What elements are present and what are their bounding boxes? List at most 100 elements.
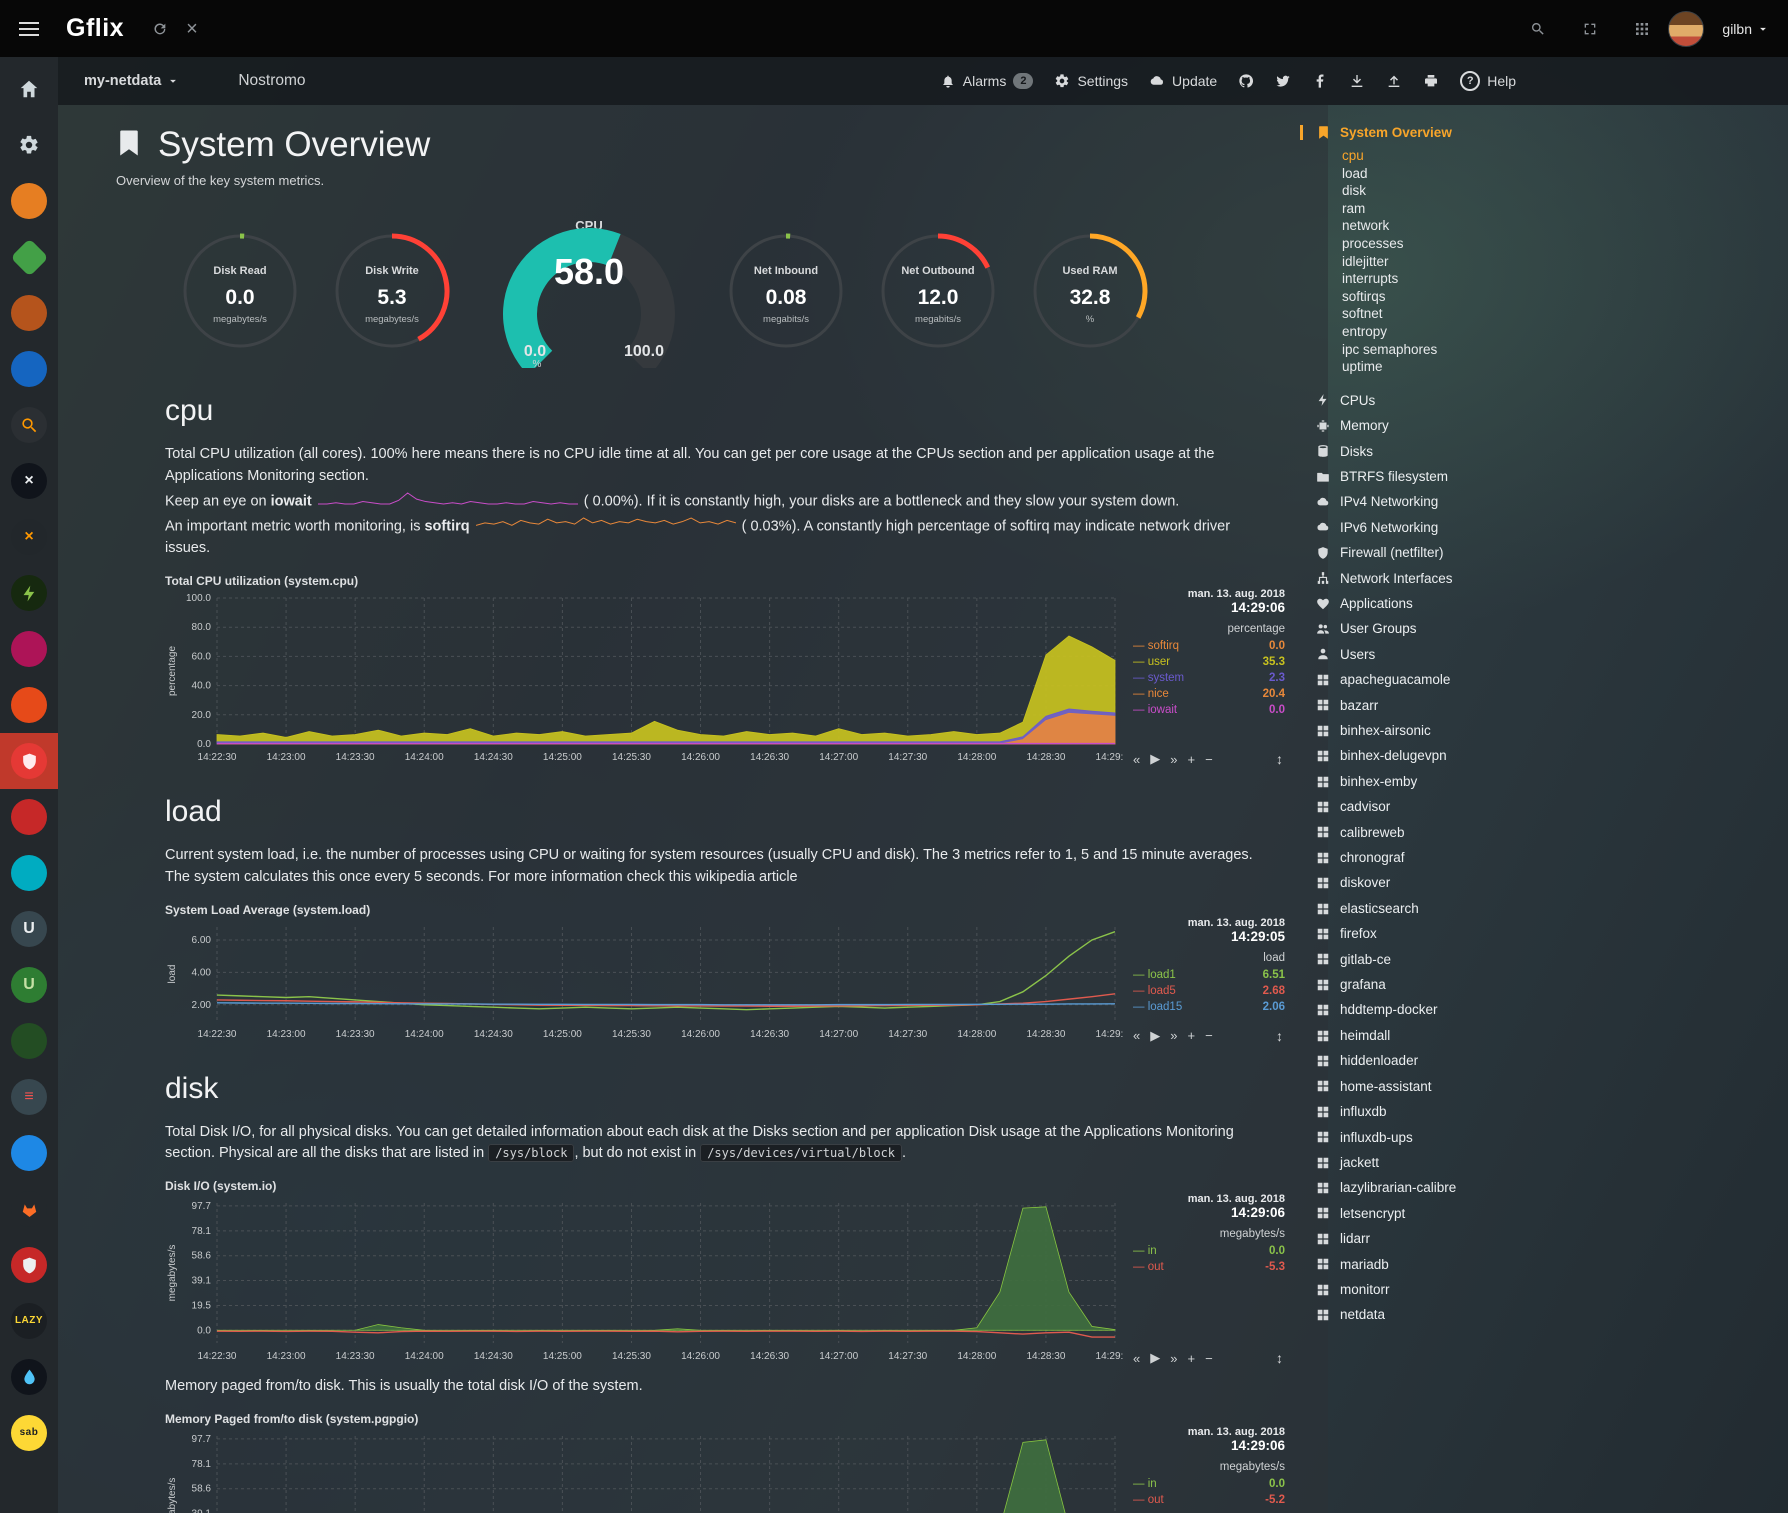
sidebar-link-softnet[interactable]: softnet — [1342, 305, 1776, 323]
settings-button[interactable]: Settings — [1054, 73, 1128, 89]
chart-disk-play-button[interactable]: ▶ — [1150, 1350, 1160, 1366]
chart-plot-cpu[interactable]: 100.080.060.040.020.00.014:22:3014:23:00… — [165, 590, 1123, 766]
legend-entry-cpu-softirq[interactable]: — softirq0.0 — [1133, 638, 1285, 654]
chart-load-zoom-out-button[interactable]: − — [1205, 1028, 1213, 1043]
chart-cpu-forward-button[interactable]: » — [1170, 752, 1177, 767]
disk-io-chart[interactable]: Disk I/O (system.io)97.778.158.639.119.5… — [165, 1179, 1302, 1370]
sidebar-item-cadvisor[interactable]: cadvisor — [1316, 794, 1776, 819]
sidebar-app-shield2-app[interactable] — [0, 1237, 58, 1293]
sidebar-app-dark-green-app[interactable] — [0, 1013, 58, 1069]
sidebar-app-orange-dot-app[interactable] — [0, 677, 58, 733]
help-button[interactable]: ? Help — [1460, 71, 1516, 91]
upload-icon[interactable] — [1386, 73, 1402, 89]
legend-entry-pgpgio-out[interactable]: — out-5.2 — [1133, 1492, 1285, 1508]
download-icon[interactable] — [1349, 73, 1365, 89]
chart-cpu-zoom-in-button[interactable]: + — [1187, 752, 1195, 767]
sidebar-app-gitlab-app[interactable] — [0, 1181, 58, 1237]
sidebar-app-bolt-green-app[interactable] — [0, 565, 58, 621]
sidebar-item-bazarr[interactable]: bazarr — [1316, 693, 1776, 718]
sidebar-app-unifi-app[interactable]: U — [0, 901, 58, 957]
sidebar-link-idlejitter[interactable]: idlejitter — [1342, 253, 1776, 271]
sidebar-app-settings[interactable] — [0, 117, 58, 173]
legend-entry-disk-out[interactable]: — out-5.3 — [1133, 1259, 1285, 1275]
chart-cpu-resize-handle[interactable]: ↕ — [1276, 751, 1283, 767]
sidebar-link-cpu[interactable]: cpu — [1342, 147, 1776, 165]
sidebar-item-calibreweb[interactable]: calibreweb — [1316, 820, 1776, 845]
gauge-net-inbound[interactable]: Net Inbound0.08megabits/s — [723, 228, 849, 354]
sidebar-link-uptime[interactable]: uptime — [1342, 358, 1776, 376]
chart-load-play-button[interactable]: ▶ — [1150, 1028, 1160, 1044]
gauge-net-outbound[interactable]: Net Outbound12.0megabits/s — [875, 228, 1001, 354]
sidebar-link-softirqs[interactable]: softirqs — [1342, 288, 1776, 306]
sidebar-item-influxdb-ups[interactable]: influxdb-ups — [1316, 1125, 1776, 1150]
chart-load-resize-handle[interactable]: ↕ — [1276, 1028, 1283, 1044]
sidebar-item-system-overview[interactable]: System Overview — [1300, 125, 1776, 140]
sidebar-item-firewall-netfilter-[interactable]: Firewall (netfilter) — [1316, 540, 1776, 565]
sidebar-link-processes[interactable]: processes — [1342, 235, 1776, 253]
user-menu[interactable]: gilbn — [1722, 21, 1770, 37]
sidebar-item-grafana[interactable]: grafana — [1316, 972, 1776, 997]
sidebar-item-applications[interactable]: Applications — [1316, 591, 1776, 616]
sidebar-app-lazylibrarian-app[interactable]: LAZY — [0, 1293, 58, 1349]
sidebar-item-btrfs-filesystem[interactable]: BTRFS filesystem — [1316, 464, 1776, 489]
legend-entry-cpu-system[interactable]: — system2.3 — [1133, 670, 1285, 686]
sidebar-item-gitlab-ce[interactable]: gitlab-ce — [1316, 947, 1776, 972]
sidebar-item-users[interactable]: Users — [1316, 642, 1776, 667]
sidebar-app-green-u-app[interactable]: U — [0, 957, 58, 1013]
sidebar-link-load[interactable]: load — [1342, 165, 1776, 183]
sidebar-link-interrupts[interactable]: interrupts — [1342, 270, 1776, 288]
chart-cpu-play-button[interactable]: ▶ — [1150, 751, 1160, 767]
legend-entry-load-load15[interactable]: — load152.06 — [1133, 999, 1285, 1015]
chart-disk-resize-handle[interactable]: ↕ — [1276, 1350, 1283, 1366]
sidebar-item-netdata[interactable]: netdata — [1316, 1302, 1776, 1327]
chart-load-zoom-in-button[interactable]: + — [1187, 1028, 1195, 1043]
sidebar-item-influxdb[interactable]: influxdb — [1316, 1099, 1776, 1124]
sidebar-link-ram[interactable]: ram — [1342, 200, 1776, 218]
chart-cpu-zoom-out-button[interactable]: − — [1205, 752, 1213, 767]
sidebar-link-disk[interactable]: disk — [1342, 182, 1776, 200]
print-icon[interactable] — [1423, 73, 1439, 89]
sidebar-link-network[interactable]: network — [1342, 217, 1776, 235]
sidebar-item-lidarr[interactable]: lidarr — [1316, 1226, 1776, 1251]
sidebar-link-entropy[interactable]: entropy — [1342, 323, 1776, 341]
sidebar-item-chronograf[interactable]: chronograf — [1316, 845, 1776, 870]
sidebar-item-hiddenloader[interactable]: hiddenloader — [1316, 1048, 1776, 1073]
sidebar-item-cpus[interactable]: CPUs — [1316, 388, 1776, 413]
chart-plot-pgpgio[interactable]: 97.778.158.639.119.50.014:22:3014:23:001… — [165, 1428, 1123, 1513]
sidebar-item-hddtemp-docker[interactable]: hddtemp-docker — [1316, 997, 1776, 1022]
sidebar-item-mariadb[interactable]: mariadb — [1316, 1252, 1776, 1277]
sidebar-item-lazylibrarian-calibre[interactable]: lazylibrarian-calibre — [1316, 1175, 1776, 1200]
avatar[interactable] — [1668, 11, 1704, 47]
sidebar-app-sabnzbd-app[interactable]: sab — [0, 1405, 58, 1461]
chart-disk-zoom-out-button[interactable]: − — [1205, 1351, 1213, 1366]
sidebar-item-memory[interactable]: Memory — [1316, 413, 1776, 438]
menu-icon[interactable] — [0, 0, 58, 57]
chart-cpu-backward-button[interactable]: « — [1133, 752, 1140, 767]
sidebar-item-elasticsearch[interactable]: elasticsearch — [1316, 896, 1776, 921]
sidebar-app-shield-red-app[interactable] — [0, 733, 58, 789]
github-icon[interactable] — [1238, 73, 1254, 89]
sidebar-app-cross-orange-app[interactable]: × — [0, 509, 58, 565]
sidebar-app-home[interactable] — [0, 61, 58, 117]
sidebar-item-monitorr[interactable]: monitorr — [1316, 1277, 1776, 1302]
sidebar-app-stack-app[interactable] — [0, 285, 58, 341]
sidebar-item-binhex-emby[interactable]: binhex-emby — [1316, 769, 1776, 794]
fullscreen-icon[interactable] — [1582, 21, 1598, 37]
update-button[interactable]: Update — [1149, 73, 1217, 89]
my-netdata-dropdown[interactable]: my-netdata — [84, 73, 180, 89]
legend-entry-cpu-iowait[interactable]: — iowait0.0 — [1133, 702, 1285, 718]
sidebar-item-network-interfaces[interactable]: Network Interfaces — [1316, 566, 1776, 591]
sidebar-link-ipc-semaphores[interactable]: ipc semaphores — [1342, 341, 1776, 359]
sidebar-item-user-groups[interactable]: User Groups — [1316, 616, 1776, 641]
load-chart[interactable]: System Load Average (system.load)6.004.0… — [165, 903, 1302, 1048]
sidebar-item-apacheguacamole[interactable]: apacheguacamole — [1316, 667, 1776, 692]
sidebar-item-heimdall[interactable]: heimdall — [1316, 1023, 1776, 1048]
sidebar-app-cross-dark-app[interactable]: × — [0, 453, 58, 509]
search-icon[interactable] — [1530, 21, 1546, 37]
sidebar-item-ipv4-networking[interactable]: IPv4 Networking — [1316, 489, 1776, 514]
twitter-icon[interactable] — [1275, 73, 1291, 89]
sidebar-app-raspberry-app[interactable] — [0, 789, 58, 845]
close-tab-icon[interactable]: × — [186, 19, 198, 39]
sidebar-item-binhex-delugevpn[interactable]: binhex-delugevpn — [1316, 743, 1776, 768]
gauge-cpu[interactable]: CPU58.00.0100.0% — [481, 214, 697, 368]
